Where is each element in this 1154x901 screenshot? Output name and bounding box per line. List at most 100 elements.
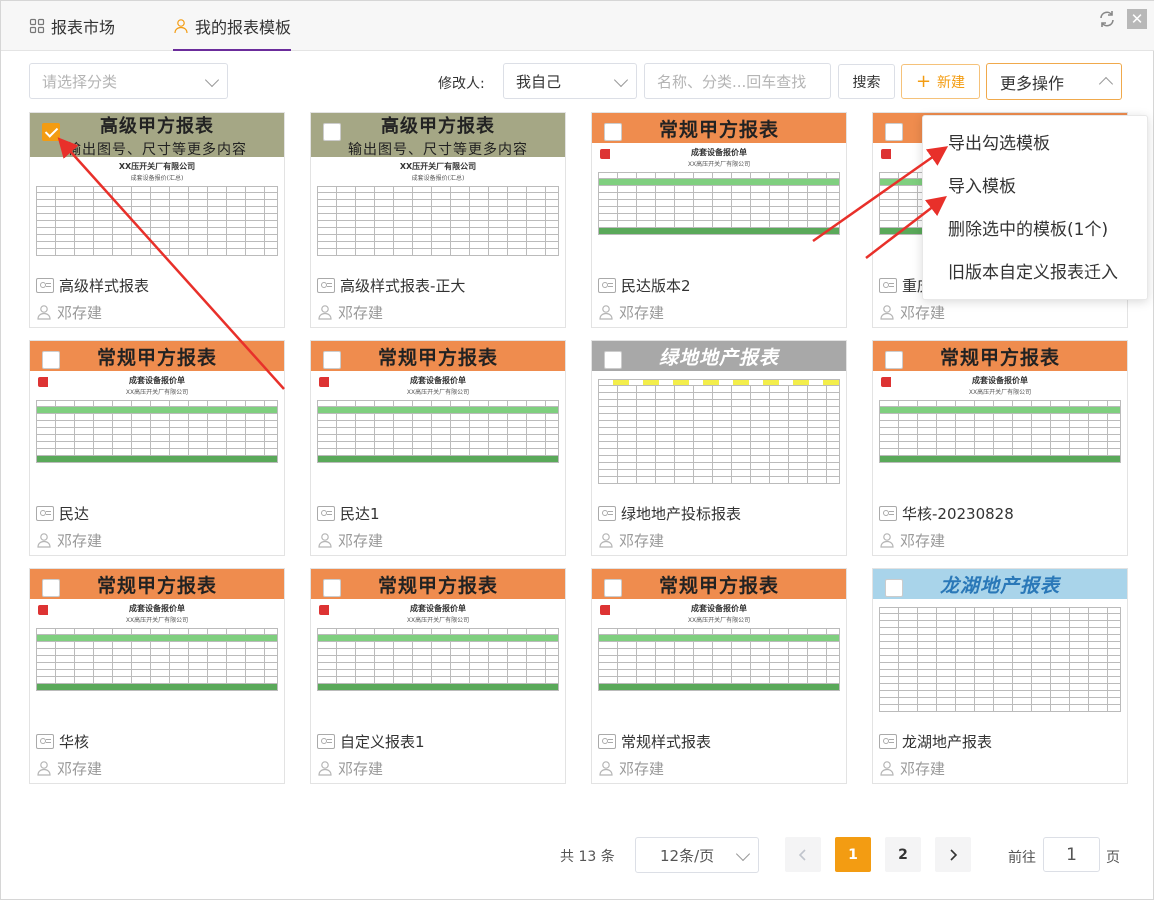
table-row [317, 193, 559, 200]
search-button[interactable]: 搜索 [838, 64, 895, 99]
template-card[interactable]: 绿地地产报表 绿地地产投标报表 邓存建 [591, 340, 847, 556]
template-name[interactable]: 高级样式报表 [36, 275, 149, 295]
select-checkbox[interactable] [604, 351, 622, 369]
template-name[interactable]: 华核-20230828 [879, 503, 1014, 523]
thumbnail-document: 成套设备报价单 XX高压开关厂有限公司 [873, 371, 1127, 467]
select-checkbox[interactable] [323, 123, 341, 141]
more-actions-button[interactable]: 更多操作 [986, 63, 1122, 100]
more-actions-label: 更多操作 [1000, 73, 1065, 93]
template-card[interactable]: 常规甲方报表 成套设备报价单 XX高压开关厂有限公司 民达1 邓存建 [310, 340, 566, 556]
table-row [36, 656, 278, 663]
select-checkbox[interactable] [323, 579, 341, 597]
select-checkbox[interactable] [604, 579, 622, 597]
template-card[interactable]: 常规甲方报表 成套设备报价单 XX高压开关厂有限公司 华核 邓存建 [29, 568, 285, 784]
person-icon [599, 533, 613, 548]
template-thumbnail[interactable]: 常规甲方报表成套设备报价单 XX高压开关厂有限公司 [30, 341, 284, 499]
template-thumbnail[interactable]: 绿地地产报表 [592, 341, 846, 499]
select-checkbox[interactable] [323, 351, 341, 369]
template-card[interactable]: 高级甲方报表 输出图号、尺寸等更多内容 XX压开关厂有限公司 成套设备报价(汇总) 高级… [29, 112, 285, 328]
table-row [879, 407, 1121, 414]
category-select[interactable]: 请选择分类 [29, 63, 228, 99]
select-checkbox[interactable] [42, 579, 60, 597]
template-thumbnail[interactable]: 常规甲方报表成套设备报价单 XX高压开关厂有限公司 [311, 569, 565, 727]
select-checkbox[interactable] [885, 123, 903, 141]
company-logo [881, 377, 915, 387]
chevron-down-icon [735, 846, 751, 862]
tab-bar: 报表市场 我的报表模板 ✕ [1, 1, 1154, 51]
select-checkbox[interactable] [885, 351, 903, 369]
chevron-left-icon [798, 848, 806, 861]
template-name[interactable]: 高级样式报表-正大 [317, 275, 465, 295]
menu-item-export-selected[interactable]: 导出勾选模板 [923, 123, 1147, 166]
tab-my-templates[interactable]: 我的报表模板 [173, 1, 292, 51]
template-card[interactable]: 龙湖地产报表 龙湖地产报表 邓存建 [872, 568, 1128, 784]
template-card[interactable]: 常规甲方报表 成套设备报价单 XX高压开关厂有限公司 民达 邓存建 [29, 340, 285, 556]
template-card[interactable]: 常规甲方报表 成套设备报价单 XX高压开关厂有限公司自定义报表1 邓存建 [310, 568, 566, 784]
search-input[interactable]: 名称、分类...回车查找 [644, 63, 831, 99]
author-name: 邓存建 [338, 759, 384, 778]
template-name[interactable]: 自定义报表1 [317, 731, 425, 751]
table-row [598, 214, 840, 221]
next-page-button[interactable] [935, 837, 971, 872]
table-row [598, 393, 840, 400]
template-name[interactable]: 民达1 [317, 503, 380, 523]
category-placeholder: 请选择分类 [42, 72, 118, 91]
thumbnail-document: 成套设备报价单 XX高压开关厂有限公司 [592, 143, 846, 239]
select-checkbox[interactable] [604, 123, 622, 141]
table-row [36, 635, 278, 642]
template-name-label: 民达版本2 [621, 276, 691, 295]
select-checkbox[interactable] [42, 123, 60, 141]
menu-item-import[interactable]: 导入模板 [923, 166, 1147, 209]
table-row [598, 186, 840, 193]
table-row [317, 421, 559, 428]
template-card[interactable]: 高级甲方报表 输出图号、尺寸等更多内容 XX压开关厂有限公司 成套设备报价(汇总) 高级… [310, 112, 566, 328]
close-icon[interactable]: ✕ [1127, 9, 1147, 29]
menu-item-migrate-legacy[interactable]: 旧版本自定义报表迁入 [923, 252, 1147, 295]
refresh-icon[interactable] [1097, 9, 1117, 29]
template-thumbnail[interactable]: 高级甲方报表 输出图号、尺寸等更多内容 XX压开关厂有限公司 成套设备报价(汇总) [311, 113, 565, 271]
table-row [598, 456, 840, 463]
template-card[interactable]: 常规甲方报表 成套设备报价单 XX高压开关厂有限公司民达版本2 邓存建 [591, 112, 847, 328]
page-size-select[interactable]: 12条/页 [635, 837, 759, 873]
thumbnail-document: 成套设备报价单 XX高压开关厂有限公司 [30, 371, 284, 467]
prev-page-button[interactable] [785, 837, 821, 872]
table-row [317, 656, 559, 663]
goto-page-input[interactable] [1043, 837, 1100, 872]
template-thumbnail[interactable]: 常规甲方报表成套设备报价单 XX高压开关厂有限公司 [592, 569, 846, 727]
person-icon [880, 761, 894, 776]
template-name[interactable]: 民达版本2 [598, 275, 691, 295]
thumbnail-banner-subtitle: 输出图号、尺寸等更多内容 [67, 141, 247, 158]
template-thumbnail[interactable]: 常规甲方报表成套设备报价单 XX高压开关厂有限公司 [311, 341, 565, 499]
page-button-2[interactable]: 2 [885, 837, 921, 872]
template-name[interactable]: 绿地地产投标报表 [598, 503, 741, 523]
thumbnail-banner: 绿地地产报表 [592, 341, 846, 371]
modifier-value: 我自己 [516, 72, 562, 91]
template-thumbnail[interactable]: 常规甲方报表成套设备报价单 XX高压开关厂有限公司 [30, 569, 284, 727]
select-checkbox[interactable] [42, 351, 60, 369]
document-subtitle: XX高压开关厂有限公司 [687, 161, 751, 168]
menu-item-delete-selected[interactable]: 删除选中的模板(1个) [923, 209, 1147, 252]
template-thumbnail[interactable]: 龙湖地产报表 [873, 569, 1127, 727]
table-row [879, 684, 1121, 691]
page-button-1[interactable]: 1 [835, 837, 871, 872]
table-row [317, 207, 559, 214]
template-name[interactable]: 龙湖地产报表 [879, 731, 992, 751]
table-row [317, 228, 559, 235]
modifier-select[interactable]: 我自己 [503, 63, 637, 99]
template-name[interactable]: 华核 [36, 731, 89, 751]
author-name: 邓存建 [619, 303, 665, 322]
thumbnail-banner-title: 常规甲方报表 [96, 346, 217, 369]
template-thumbnail[interactable]: 高级甲方报表 输出图号、尺寸等更多内容 XX压开关厂有限公司 成套设备报价(汇总) [30, 113, 284, 271]
tab-label: 我的报表模板 [195, 18, 292, 37]
table-row [36, 642, 278, 649]
select-checkbox[interactable] [885, 579, 903, 597]
template-thumbnail[interactable]: 常规甲方报表成套设备报价单 XX高压开关厂有限公司 [592, 113, 846, 271]
template-card[interactable]: 常规甲方报表 成套设备报价单 XX高压开关厂有限公司 常规样式报表 邓存建 [591, 568, 847, 784]
template-card[interactable]: 常规甲方报表 成套设备报价单 XX高压开关厂有限公司 华核-20230828 邓存建 [872, 340, 1128, 556]
table-row [598, 642, 840, 649]
new-button[interactable]: + 新建 [901, 64, 980, 99]
tab-report-market[interactable]: 报表市场 [29, 1, 115, 51]
template-thumbnail[interactable]: 常规甲方报表成套设备报价单 XX高压开关厂有限公司 [873, 341, 1127, 499]
template-name[interactable]: 民达 [36, 503, 89, 523]
template-name[interactable]: 常规样式报表 [598, 731, 711, 751]
